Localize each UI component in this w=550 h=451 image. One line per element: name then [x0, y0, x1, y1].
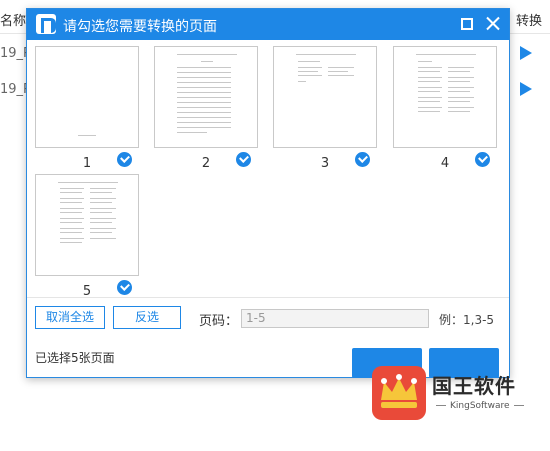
app-window: 名称 转换 19_P 19_P 请勾选您需要转换的页面 1 2 3 4 5 取消…	[0, 0, 550, 451]
column-header-name: 名称	[0, 14, 27, 29]
invert-selection-button[interactable]: 反选	[113, 306, 181, 329]
page-preview	[273, 46, 377, 148]
dialog-titlebar[interactable]: 请勾选您需要转换的页面	[27, 9, 509, 40]
page-preview	[393, 46, 497, 148]
page-number: 2	[201, 156, 211, 171]
page-thumbnail[interactable]: 4	[393, 46, 497, 174]
close-icon[interactable]	[485, 15, 501, 31]
dialog-title: 请勾选您需要转换的页面	[63, 19, 217, 35]
column-header-convert: 转换	[516, 14, 543, 29]
page-preview	[35, 46, 139, 148]
deselect-all-button[interactable]: 取消全选	[35, 306, 105, 329]
page-range-example: 例：1,3-5	[439, 313, 495, 327]
page-number-label: 页码：	[199, 314, 239, 329]
page-number: 1	[82, 156, 92, 171]
app-logo-icon	[36, 14, 56, 34]
page-preview	[154, 46, 258, 148]
page-select-dialog: 请勾选您需要转换的页面 1 2 3 4 5 取消全选 反选 页码： 1-5 例：…	[26, 8, 510, 378]
page-number: 3	[320, 156, 330, 171]
page-preview	[35, 174, 139, 276]
watermark-subtitle: KingSoftware	[432, 401, 528, 411]
page-thumbnail[interactable]: 1	[35, 46, 139, 174]
page-number: 4	[440, 156, 450, 171]
crown-logo-icon	[372, 366, 426, 420]
page-thumbnail[interactable]: 3	[273, 46, 377, 174]
divider	[27, 297, 509, 298]
maximize-icon[interactable]	[461, 18, 473, 30]
page-range-input[interactable]: 1-5	[241, 309, 429, 328]
watermark-title: 国王软件	[432, 374, 516, 398]
page-thumbnail[interactable]: 2	[154, 46, 258, 174]
page-thumbnail-grid: 1 2 3 4 5	[27, 41, 509, 299]
page-thumbnail[interactable]: 5	[35, 174, 139, 302]
selected-count-text: 已选择5张页面	[35, 351, 115, 365]
play-icon[interactable]	[520, 46, 532, 60]
play-icon[interactable]	[520, 82, 532, 96]
